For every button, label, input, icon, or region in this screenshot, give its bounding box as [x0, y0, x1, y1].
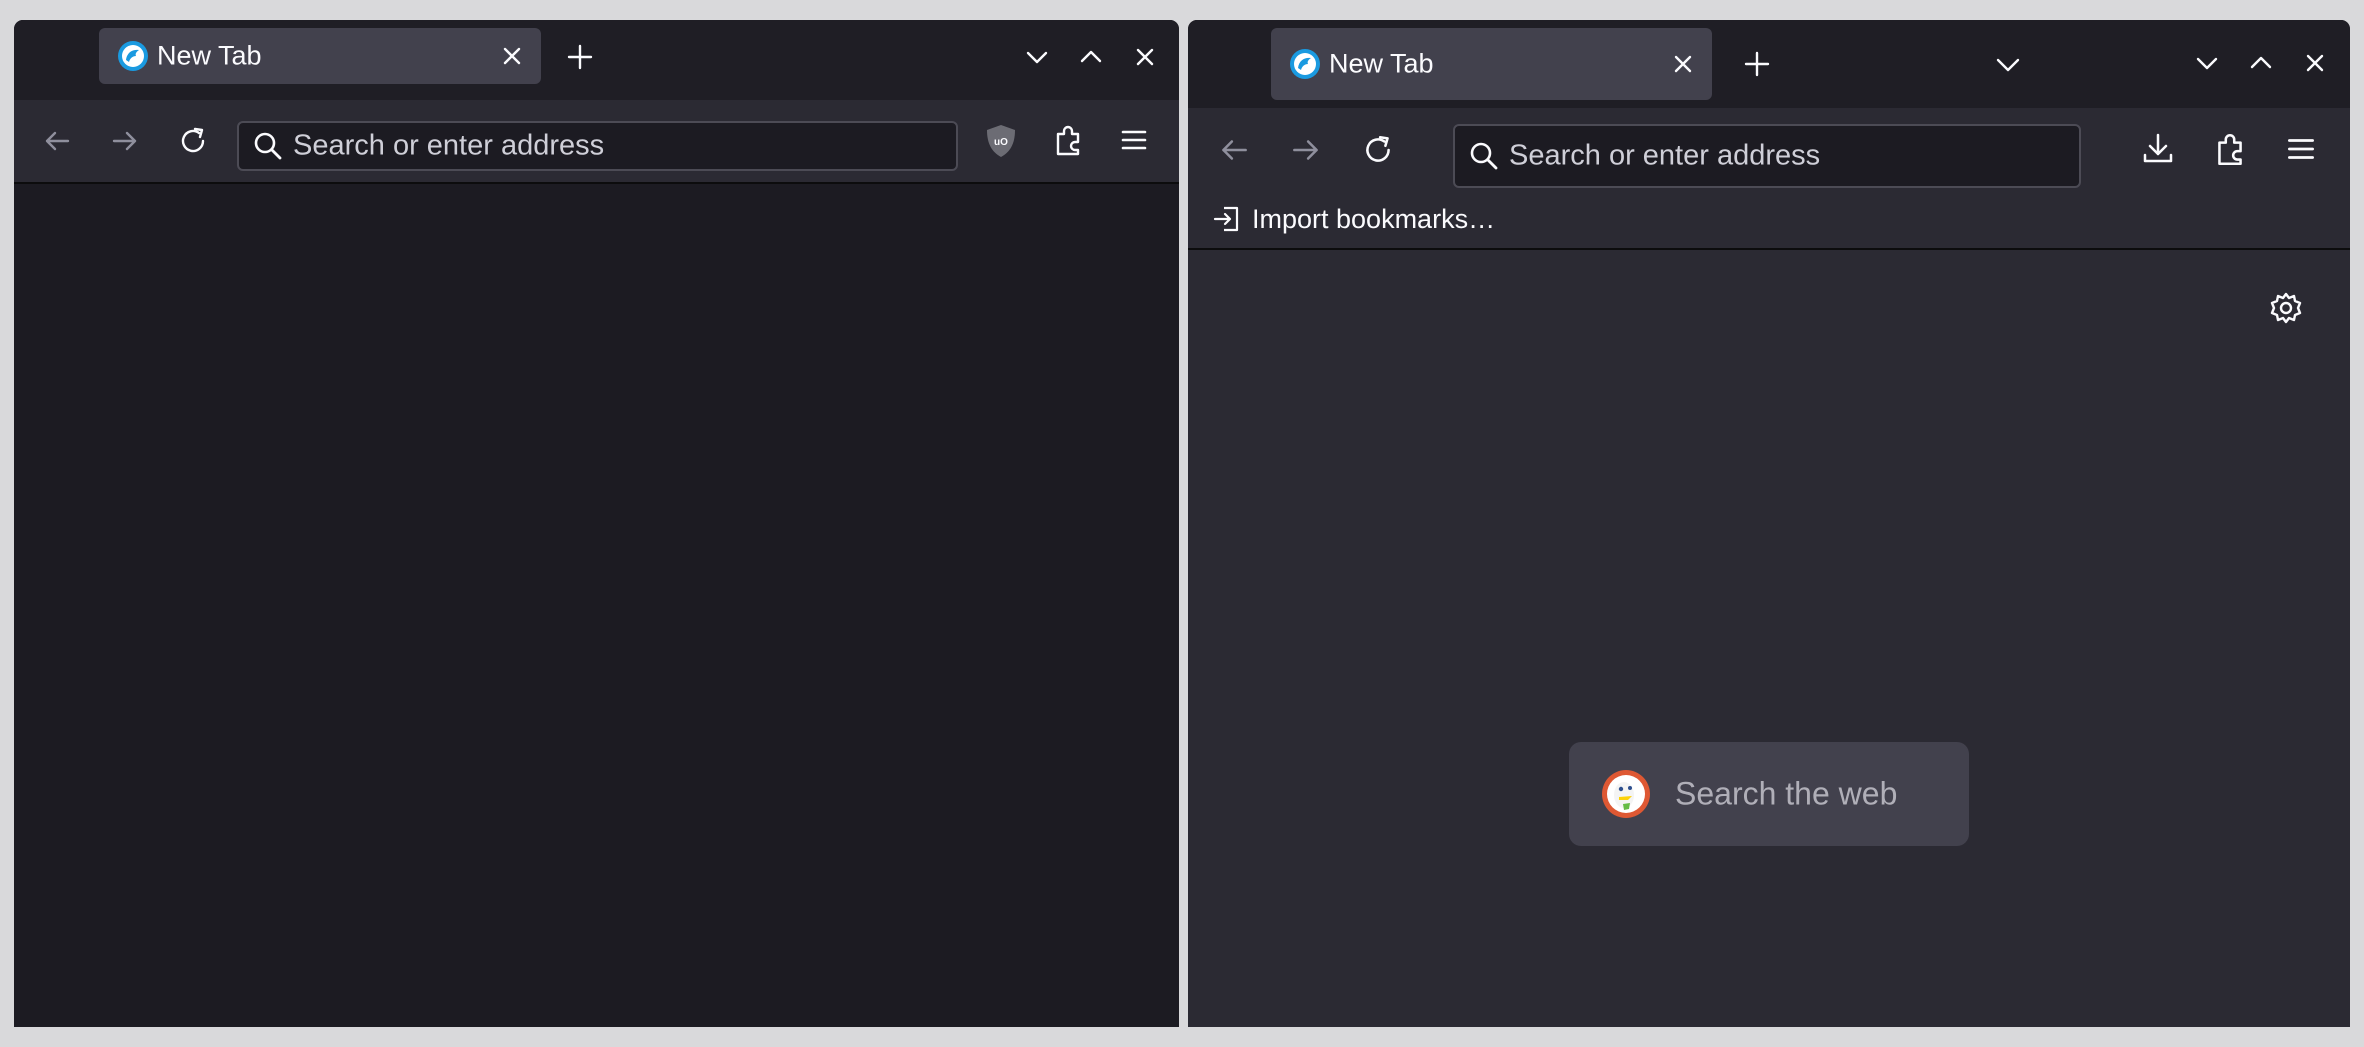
bookmarks-toolbar: Import bookmarks… [1188, 192, 2350, 250]
back-arrow-icon[interactable] [1216, 132, 1252, 168]
new-tab-plus-icon[interactable] [563, 40, 597, 74]
forward-arrow-icon[interactable] [1288, 132, 1324, 168]
web-search-box[interactable]: Search the web [1569, 742, 1969, 846]
close-icon[interactable] [2300, 48, 2330, 78]
navigation-toolbar: Search or enter address [1188, 108, 2350, 192]
tab-title: New Tab [1329, 48, 1434, 79]
right-browser-window: New Tab Search or enter address Import b… [1188, 20, 2350, 1027]
menu-icon[interactable] [1116, 122, 1152, 158]
list-all-tabs-icon[interactable] [1022, 42, 1052, 72]
new-tab-page: Search the web [1188, 250, 2350, 1027]
browser-logo-icon [117, 40, 149, 72]
close-icon[interactable] [1130, 42, 1160, 72]
import-bookmarks-button[interactable]: Import bookmarks… [1212, 199, 1495, 239]
navigation-toolbar: Search or enter address uO [14, 100, 1179, 184]
minimize-icon[interactable] [2192, 48, 2222, 78]
tab-strip: New Tab [14, 20, 1179, 100]
page-content-blank [14, 184, 1179, 1027]
list-all-tabs-icon[interactable] [1992, 48, 2024, 80]
tab-new-tab[interactable]: New Tab [1271, 28, 1712, 100]
svg-text:uO: uO [994, 137, 1008, 148]
tab-close-icon[interactable] [497, 41, 527, 71]
search-icon [1467, 139, 1501, 173]
import-icon [1212, 204, 1242, 234]
tab-new-tab[interactable]: New Tab [99, 28, 541, 84]
web-search-placeholder: Search the web [1675, 775, 1898, 812]
search-icon [251, 129, 285, 163]
downloads-icon[interactable] [2139, 130, 2177, 168]
forward-arrow-icon[interactable] [108, 124, 142, 158]
duckduckgo-icon [1601, 769, 1651, 819]
reload-icon[interactable] [176, 124, 210, 158]
back-arrow-icon[interactable] [40, 124, 74, 158]
address-bar-placeholder: Search or enter address [1509, 139, 1821, 172]
ublock-origin-icon[interactable]: uO [982, 122, 1020, 160]
gear-icon[interactable] [2268, 290, 2304, 326]
maximize-icon[interactable] [2246, 48, 2276, 78]
address-bar[interactable]: Search or enter address [1453, 124, 2081, 188]
tab-strip: New Tab [1188, 20, 2350, 108]
address-bar-placeholder: Search or enter address [293, 129, 605, 162]
tab-title: New Tab [157, 40, 262, 71]
left-browser-window: New Tab Search or enter address uO [14, 20, 1179, 1027]
menu-icon[interactable] [2282, 130, 2320, 168]
reload-icon[interactable] [1360, 132, 1396, 168]
tab-close-icon[interactable] [1668, 49, 1698, 79]
maximize-icon[interactable] [1076, 42, 1106, 72]
extensions-icon[interactable] [2211, 130, 2249, 168]
import-bookmarks-label: Import bookmarks… [1252, 203, 1496, 234]
extensions-icon[interactable] [1050, 122, 1086, 158]
browser-logo-icon [1289, 48, 1321, 80]
address-bar[interactable]: Search or enter address [237, 121, 958, 171]
new-tab-plus-icon[interactable] [1740, 47, 1774, 81]
